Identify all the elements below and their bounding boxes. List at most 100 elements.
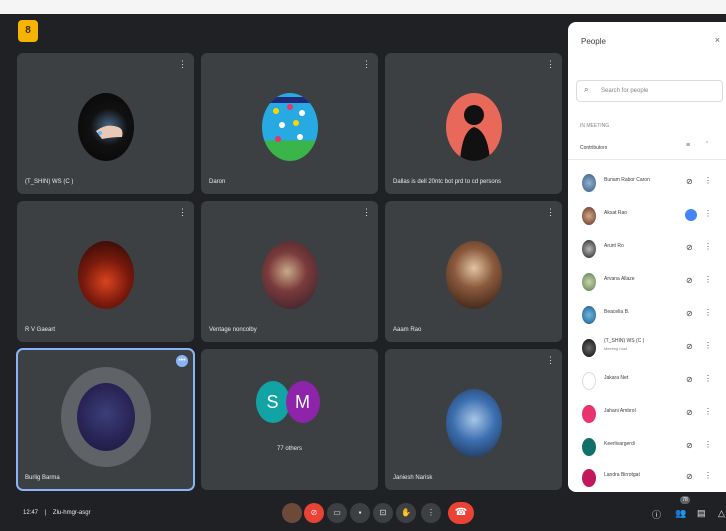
list-item[interactable]: Arunt Ro ⊘ ⋮ <box>568 233 726 267</box>
chat-icon[interactable]: ▤ <box>697 508 706 519</box>
host-label: Meeting host <box>604 346 627 351</box>
participant-name: Aaam Rao <box>393 327 422 333</box>
person-name: Landra Birrotgat <box>604 472 640 478</box>
people-count-badge: 78 <box>680 496 690 504</box>
mic-off-icon: ⊘ <box>686 375 693 384</box>
avatar <box>582 174 596 192</box>
raise-hand-button[interactable]: ✋ <box>396 503 416 523</box>
participant-tile[interactable]: ⋮ Dallas is dell 20ntc bot prd to cd per… <box>385 53 562 194</box>
meet-window: 8 ⋮ (T_SHIN) WS (C ) ⋮ Daron ⋮ Dallas is… <box>0 0 726 531</box>
person-name: Jakara Net <box>604 375 629 381</box>
list-item[interactable]: Beacelia B. ⊘ ⋮ <box>568 299 726 333</box>
list-item[interactable]: Jahani Ambrol ⊘ ⋮ <box>568 398 726 432</box>
more-options-icon[interactable]: ⋮ <box>704 440 712 449</box>
silhouette-icon <box>459 105 490 161</box>
more-options-icon[interactable]: ⋮ <box>546 355 555 366</box>
list-item[interactable]: Landra Birrotgat ⊘ ⋮ <box>568 462 726 496</box>
browser-top-bar <box>0 0 726 14</box>
participant-tile[interactable]: ⋮ Daron <box>201 53 378 194</box>
avatar <box>582 306 596 324</box>
avatar-letter: M <box>285 381 320 423</box>
more-options-icon[interactable]: ⋮ <box>362 59 371 70</box>
avatar <box>582 438 596 456</box>
participant-tile[interactable]: ⋮ Janiesh Narisk <box>385 349 562 490</box>
speaking-indicator-icon: ••• <box>176 355 188 367</box>
leave-call-button[interactable]: ☎ <box>448 502 474 524</box>
more-options-icon[interactable]: ⋮ <box>704 471 712 480</box>
avatar <box>445 241 502 309</box>
avatar <box>582 273 596 291</box>
captions-button[interactable]: ▭ <box>327 503 347 523</box>
mic-off-icon: ⊘ <box>686 276 693 285</box>
others-avatars: S M <box>255 381 324 425</box>
avatar <box>261 241 318 309</box>
person-name: (T_SHIN) WS (C ) <box>604 338 645 344</box>
contributors-group[interactable]: Contributors ≡ ˆ <box>568 136 726 160</box>
person-name: Arunt Ro <box>604 243 624 249</box>
more-options-icon[interactable]: ⋮ <box>178 207 187 218</box>
avatar <box>582 207 596 225</box>
more-options-icon[interactable]: ⋮ <box>704 374 712 383</box>
participant-tile[interactable]: ⋮ R V Gaeart <box>17 201 194 342</box>
camera-button[interactable]: ▪ <box>350 503 370 523</box>
participant-name: Daron <box>209 179 226 185</box>
control-bar: 12:47 | Zlu-hmgr-asgr ⊘ ▭ ▪ ⊡ ✋ ⋮ ☎ ⓘ 👥 … <box>0 495 726 531</box>
avatar <box>76 383 135 451</box>
search-input[interactable]: ⌕ Search for people <box>576 80 723 102</box>
meet-logo: 8 <box>18 20 38 42</box>
participant-name: Dallas is dell 20ntc bot prd to cd perso… <box>393 179 502 185</box>
list-item[interactable]: Bunam Rabor Caron ⊘ ⋮ <box>568 167 726 201</box>
others-tile[interactable]: S M 77 others <box>201 349 378 490</box>
more-options-icon[interactable]: ⋮ <box>362 207 371 218</box>
more-options-icon[interactable]: ⋮ <box>704 209 712 218</box>
list-item[interactable]: Arvana Allaze ⊘ ⋮ <box>568 266 726 300</box>
more-options-icon[interactable]: ⋮ <box>704 308 712 317</box>
people-icon[interactable]: 👥 <box>675 508 686 519</box>
more-options-icon[interactable]: ⋮ <box>546 59 555 70</box>
avatar <box>445 93 502 161</box>
avatar <box>261 93 318 161</box>
speaking-icon <box>685 209 697 221</box>
pattern-icon <box>269 97 310 142</box>
people-panel: People × ⌕ Search for people IN MEETING … <box>568 22 726 492</box>
info-icon[interactable]: ⓘ <box>652 508 661 521</box>
more-options-icon[interactable]: ⋮ <box>704 176 712 185</box>
list-item[interactable]: Keerlivargerdi ⊘ ⋮ <box>568 431 726 465</box>
more-options-icon[interactable]: ⋮ <box>704 407 712 416</box>
avatar <box>582 372 596 390</box>
clock-time: 12:47 <box>23 510 39 516</box>
more-options-icon[interactable]: ⋮ <box>178 59 187 70</box>
participant-name: Ventage noncolby <box>209 327 257 333</box>
participant-name: Janiesh Narisk <box>393 475 433 481</box>
participant-tile[interactable]: ⋮ (T_SHIN) WS (C ) <box>17 53 194 194</box>
more-options-icon[interactable]: ⋮ <box>704 242 712 251</box>
hand-icon <box>95 125 122 139</box>
participant-name: R V Gaeart <box>25 327 56 333</box>
more-options-icon[interactable]: ⋮ <box>704 275 712 284</box>
participant-tile[interactable]: ⋮ Aaam Rao <box>385 201 562 342</box>
meeting-code: Zlu-hmgr-asgr <box>52 510 91 516</box>
close-icon[interactable]: × <box>715 35 720 45</box>
list-item[interactable]: Jakara Net ⊘ ⋮ <box>568 365 726 399</box>
chevron-up-icon[interactable]: ˆ <box>706 142 708 149</box>
person-name: Keerlivargerdi <box>604 441 635 447</box>
list-item[interactable]: Aksat Rao ⋮ <box>568 200 726 234</box>
participant-name: (T_SHIN) WS (C ) <box>25 179 74 185</box>
avatar <box>445 389 502 457</box>
list-item[interactable]: (T_SHIN) WS (C ) Meeting host ⊘ ⋮ <box>568 332 726 366</box>
section-label: IN MEETING <box>580 123 610 129</box>
participant-tile-speaking[interactable]: ••• Burlig Barma <box>16 348 195 491</box>
mic-off-icon: ⊘ <box>686 472 693 481</box>
avatar <box>582 405 596 423</box>
self-avatar <box>282 503 302 523</box>
participant-tile[interactable]: ⋮ Ventage noncolby <box>201 201 378 342</box>
others-count: 77 others <box>276 446 303 452</box>
activities-icon[interactable]: △ <box>718 508 725 519</box>
separator: | <box>44 510 47 516</box>
more-options-icon[interactable]: ⋮ <box>704 341 712 350</box>
mic-off-button[interactable]: ⊘ <box>304 503 324 523</box>
more-options-icon[interactable]: ⋮ <box>546 207 555 218</box>
present-button[interactable]: ⊡ <box>373 503 393 523</box>
more-options-button[interactable]: ⋮ <box>421 503 441 523</box>
group-label: Contributors <box>580 145 608 151</box>
